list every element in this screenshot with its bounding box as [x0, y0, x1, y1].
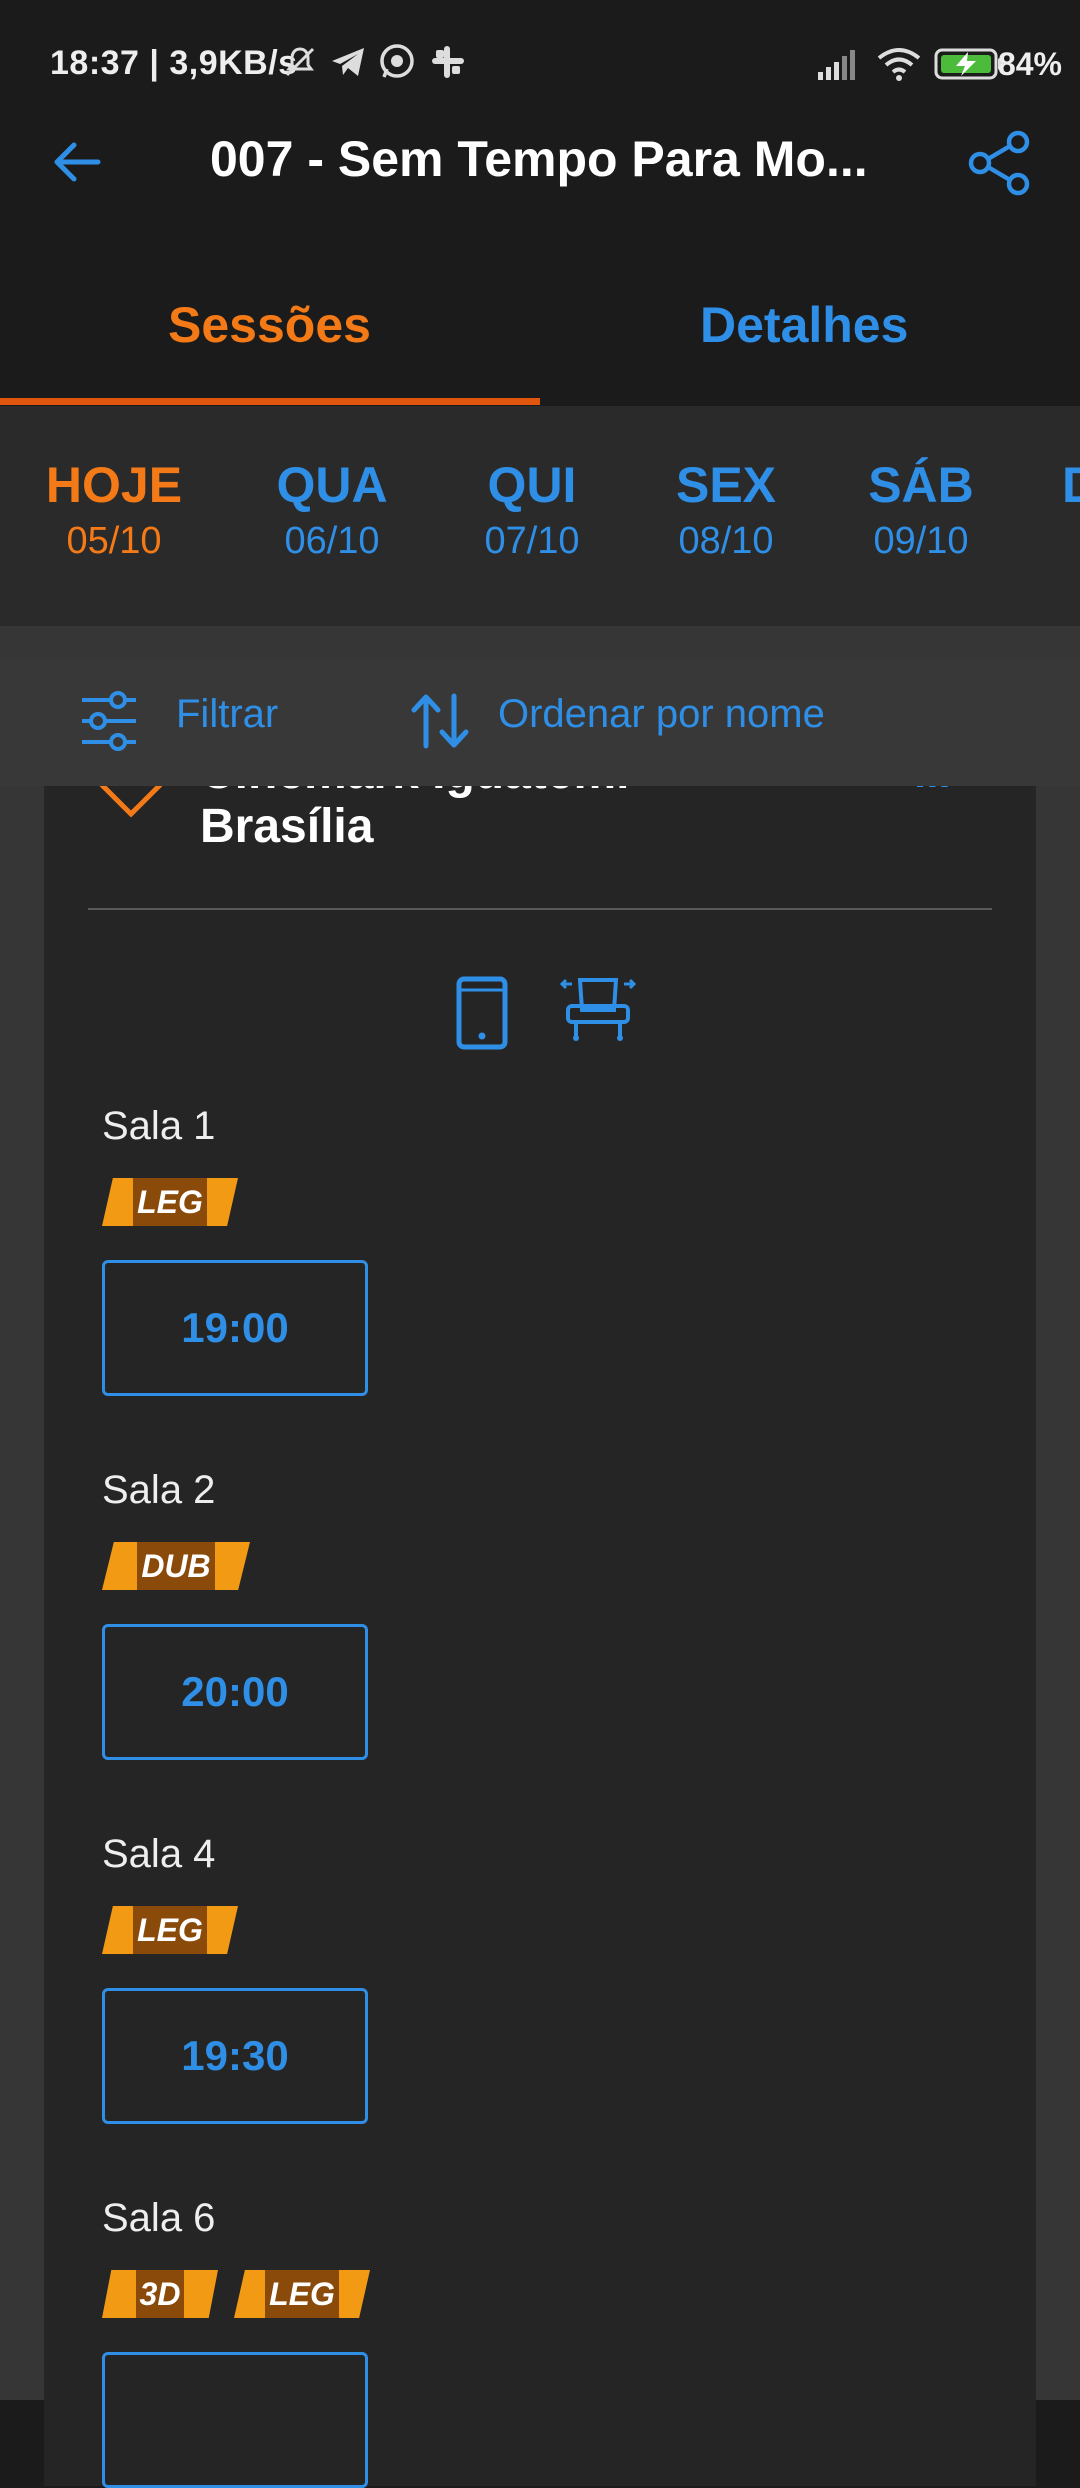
- date-day: HOJE: [45, 457, 183, 513]
- badge-text: 3D: [135, 2270, 185, 2318]
- date-day: QUI: [487, 457, 577, 513]
- date-item-dom[interactable]: D: [1062, 456, 1080, 514]
- movie-title: 007 - Sem Tempo Para Mo...: [210, 131, 868, 187]
- date-selector: HOJE 05/10 QUA 06/10 QUI 07/10 SEX 08/10…: [0, 406, 1080, 626]
- badge-text: LEG: [265, 2270, 339, 2318]
- signal-icon: [818, 50, 855, 80]
- room-label: Sala 6: [102, 2196, 216, 2240]
- tab-indicator: [0, 398, 540, 405]
- date-day: D: [1062, 456, 1080, 514]
- badge-leg: LEG: [102, 1906, 238, 1954]
- badge-leg: LEG: [102, 1178, 238, 1226]
- date-num: 06/10: [284, 520, 380, 562]
- date-num: 05/10: [66, 520, 162, 562]
- showtime-button[interactable]: 19:00: [102, 1260, 368, 1396]
- badge-text: DUB: [137, 1542, 215, 1590]
- card-divider: [88, 908, 992, 910]
- date-num: 07/10: [484, 520, 580, 562]
- badge-text: LEG: [133, 1178, 207, 1226]
- date-day: SÁB: [868, 457, 974, 513]
- date-item-qua[interactable]: QUA 06/10: [262, 456, 402, 563]
- battery-charging-icon: [934, 48, 1003, 80]
- cinema-name-line2: Brasília: [200, 800, 374, 853]
- badge-leg: LEG: [234, 2270, 370, 2318]
- status-time: 18:37 | 3,9KB/s: [50, 44, 298, 82]
- date-day: QUA: [276, 457, 388, 513]
- telegram-icon: [332, 48, 364, 76]
- filter-sort-bar: Filtrar Ordenar por nome: [0, 660, 1080, 786]
- date-day: SEX: [675, 457, 777, 513]
- badge-dub: DUB: [102, 1542, 250, 1590]
- tab-bar: Sessões Detalhes: [0, 230, 1080, 406]
- date-item-qui[interactable]: QUI 07/10: [462, 456, 602, 563]
- wifi-icon: [877, 48, 921, 81]
- showtime-button[interactable]: 20:00: [102, 1624, 368, 1760]
- mobile-ticket-icon: [456, 976, 508, 1050]
- app-bar: 007 - Sem Tempo Para Mo...: [0, 100, 1080, 230]
- showtime-button[interactable]: 19:30: [102, 1988, 368, 2124]
- badge-3d: 3D: [102, 2270, 218, 2318]
- slack-icon: [432, 46, 464, 78]
- sort-button[interactable]: Ordenar por nome: [498, 692, 825, 737]
- sliders-icon[interactable]: [80, 690, 138, 752]
- battery-percentage: 84%: [997, 46, 1062, 82]
- share-icon[interactable]: [966, 130, 1034, 196]
- tab-detalhes[interactable]: Detalhes: [700, 296, 908, 354]
- date-num: 08/10: [678, 520, 774, 562]
- whatsapp-icon: [380, 44, 414, 78]
- sort-icon[interactable]: [410, 692, 470, 750]
- showtime-button[interactable]: [102, 2352, 368, 2488]
- room-label: Sala 1: [102, 1104, 216, 1148]
- badge-text: LEG: [133, 1906, 207, 1954]
- date-num: 09/10: [873, 520, 969, 562]
- seat-selection-icon: [560, 978, 636, 1041]
- date-item-sex[interactable]: SEX 08/10: [656, 456, 796, 563]
- filter-button[interactable]: Filtrar: [176, 692, 278, 737]
- room-label: Sala 4: [102, 1832, 216, 1876]
- room-label: Sala 2: [102, 1468, 216, 1512]
- arrow-left-icon[interactable]: [52, 140, 102, 184]
- date-item-hoje[interactable]: HOJE 05/10: [44, 456, 184, 563]
- bell-muted-icon: [285, 47, 315, 77]
- date-item-sab[interactable]: SÁB 09/10: [851, 456, 991, 563]
- tab-sessoes[interactable]: Sessões: [168, 296, 371, 354]
